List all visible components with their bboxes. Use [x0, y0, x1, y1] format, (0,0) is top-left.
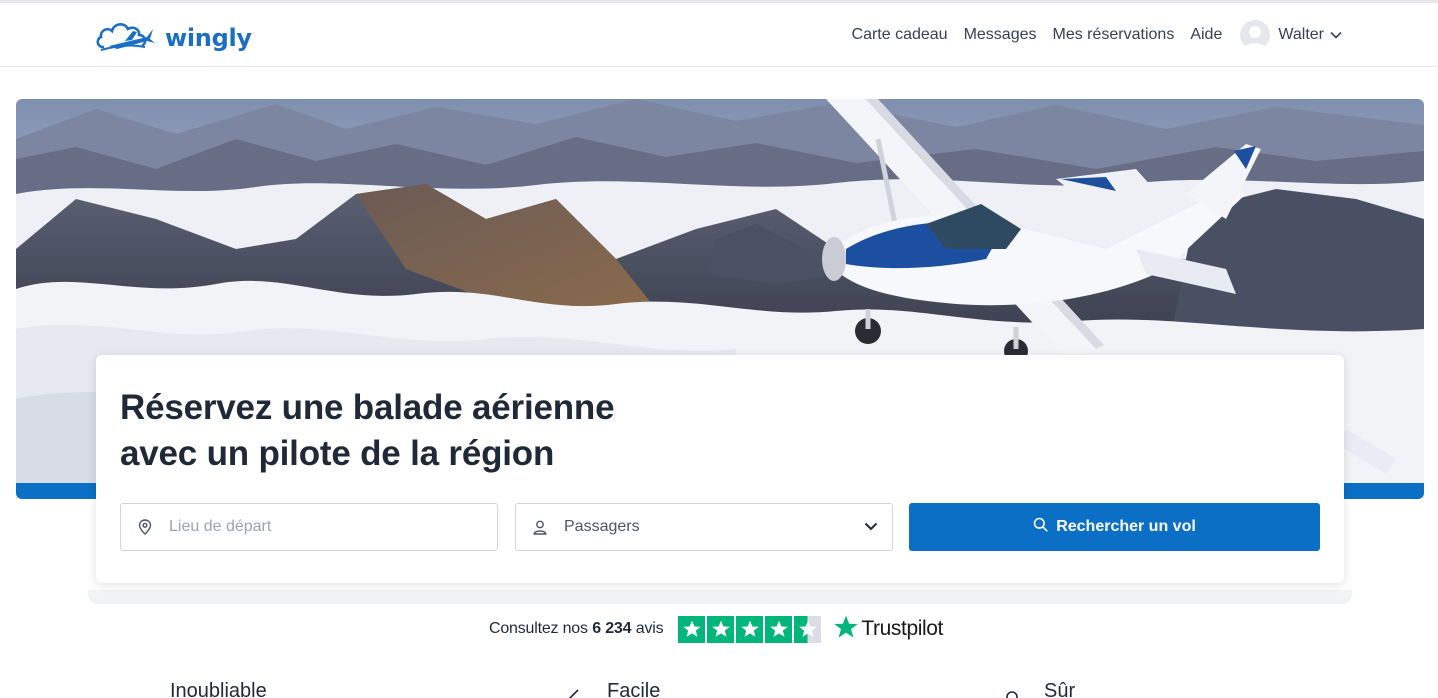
feature-safe: Sûr: [1044, 680, 1076, 698]
site-header: wingly Carte cadeau Messages Mes réserva…: [0, 3, 1438, 67]
feature-easy: Facile: [607, 680, 661, 698]
star-icon: [707, 615, 735, 643]
pen-icon: [566, 688, 582, 698]
main-nav: Carte cadeau Messages Mes réservations A…: [836, 19, 1342, 51]
headline-line-1: Réservez une balade aérienne: [120, 388, 615, 427]
chevron-down-icon: [1330, 26, 1342, 44]
trustpilot-logo[interactable]: Trustpilot: [833, 614, 943, 645]
departure-location-field[interactable]: [120, 503, 498, 551]
nav-reservations[interactable]: Mes réservations: [1053, 26, 1175, 44]
rating-stars: [678, 615, 822, 643]
search-card: Réservez une balade aérienne avec un pil…: [96, 355, 1344, 583]
user-name: Walter: [1278, 26, 1324, 43]
nav-messages[interactable]: Messages: [964, 26, 1037, 44]
search-button-label: Rechercher un vol: [1056, 518, 1196, 535]
card-shadow: [88, 590, 1352, 604]
trust-prefix: Consultez nos: [489, 620, 588, 637]
page-title: Réservez une balade aérienne avec un pil…: [120, 385, 615, 477]
chevron-down-icon: [864, 518, 878, 536]
passengers-select[interactable]: Passagers: [515, 503, 893, 551]
trustpilot-widget[interactable]: Consultez nos 6 234 avis Trustpilot: [489, 615, 943, 643]
nav-help[interactable]: Aide: [1190, 26, 1222, 44]
star-icon: [678, 615, 706, 643]
half-star-icon: [794, 615, 822, 643]
feature-unforgettable: Inoubliable: [170, 680, 267, 698]
shield-icon: [1005, 688, 1019, 698]
trustpilot-brand: Trustpilot: [861, 617, 943, 640]
review-count: 6 234: [592, 620, 632, 637]
user-avatar-icon: [1240, 20, 1271, 50]
cloud-plane-logo-icon: [95, 17, 157, 58]
star-icon: [736, 615, 764, 643]
passengers-label: Passagers: [564, 518, 640, 535]
user-menu[interactable]: Walter: [1240, 20, 1342, 50]
brand-name: wingly: [165, 23, 252, 52]
headline-line-2: avec un pilote de la région: [120, 434, 555, 473]
search-icon: [1033, 517, 1048, 537]
nav-gift-card[interactable]: Carte cadeau: [852, 26, 948, 44]
trust-suffix: avis: [635, 620, 664, 637]
trustpilot-star-icon: [833, 614, 859, 645]
map-pin-icon: [137, 519, 153, 535]
star-icon: [765, 615, 793, 643]
departure-location-input[interactable]: [169, 518, 469, 536]
search-flight-button[interactable]: Rechercher un vol: [909, 503, 1320, 551]
brand-logo[interactable]: wingly: [95, 17, 252, 58]
user-icon: [532, 519, 548, 535]
